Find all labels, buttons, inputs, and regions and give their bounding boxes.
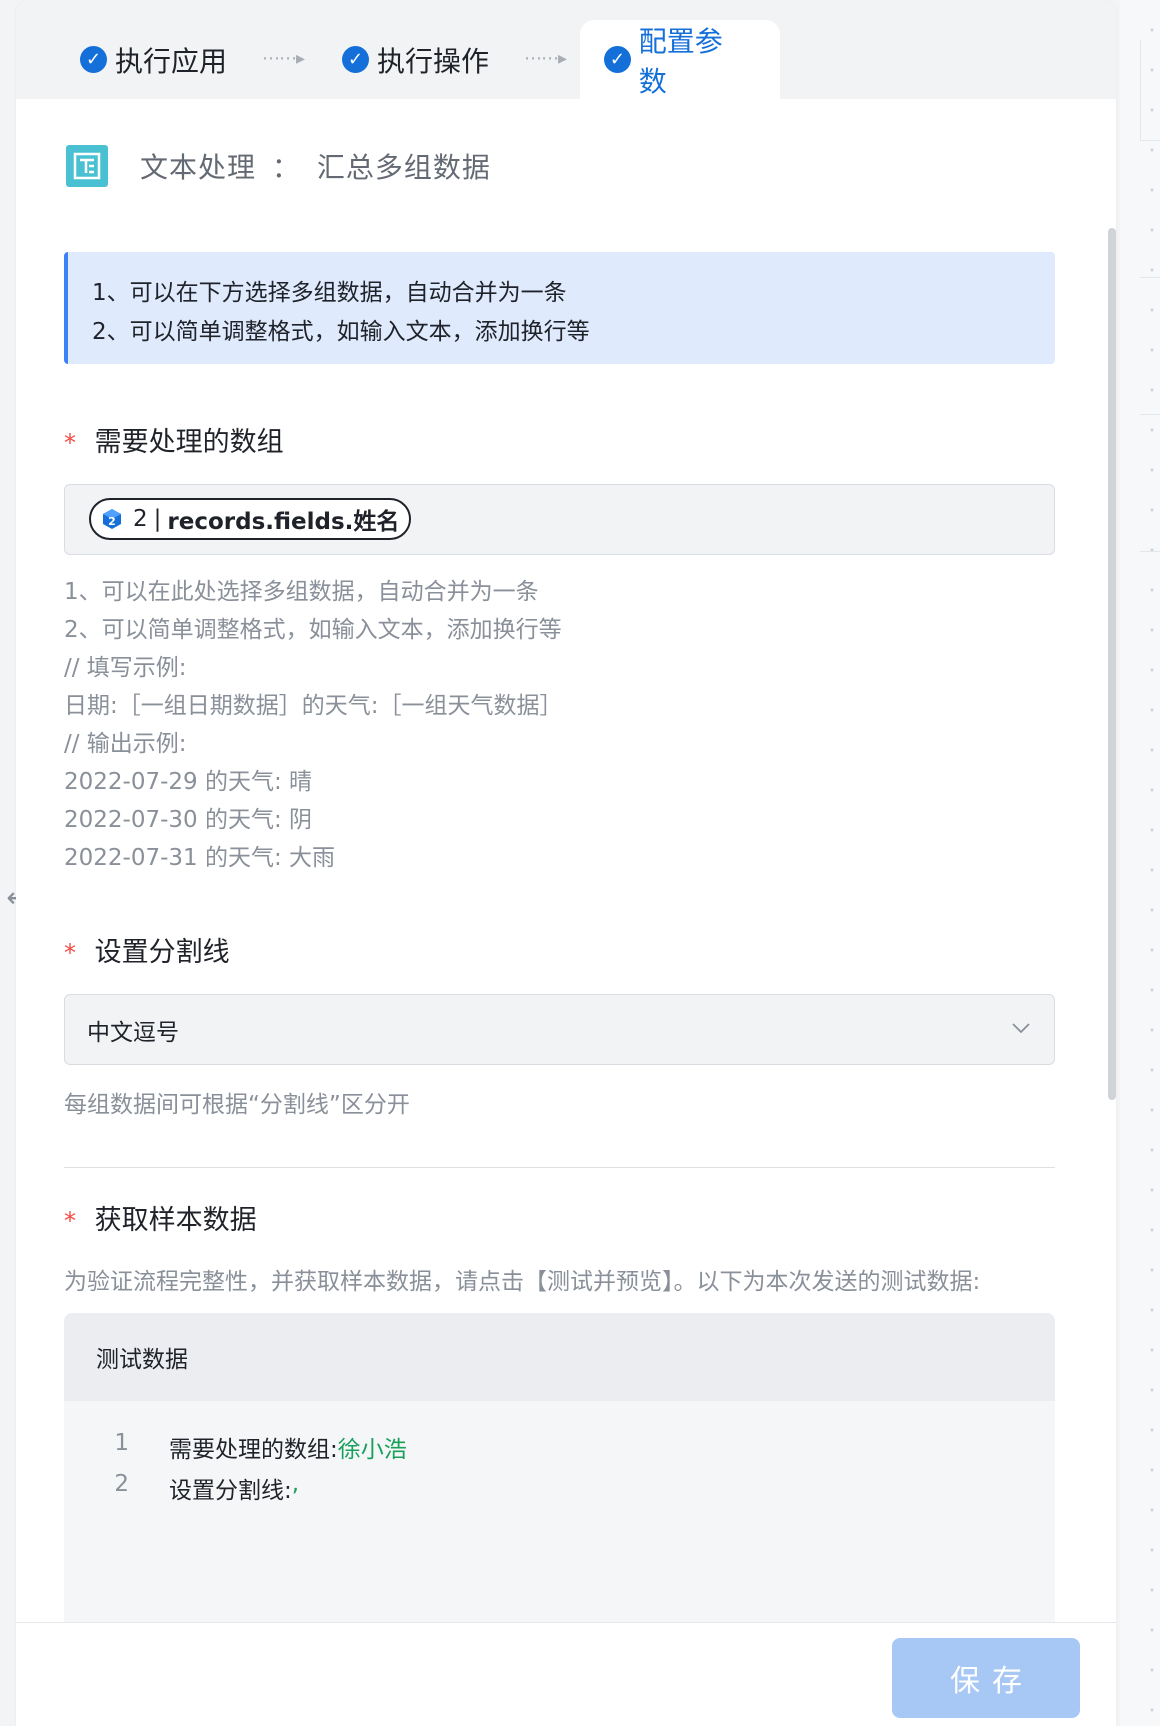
panel-footer: 保存 bbox=[16, 1622, 1116, 1726]
help-line: 日期:［一组日期数据］的天气:［一组天气数据］ bbox=[64, 693, 563, 719]
help-line: // 填写示例: bbox=[64, 655, 187, 681]
variable-token[interactable]: 2 2 | records.fields.姓名 bbox=[89, 498, 412, 540]
token-divider: | bbox=[153, 506, 162, 532]
step-tab-action[interactable]: ✓ 执行操作 bbox=[342, 20, 489, 99]
array-input[interactable]: 2 2 | records.fields.姓名 bbox=[64, 484, 1055, 555]
step-tab-params[interactable]: ✓ 配置参数 bbox=[580, 20, 780, 99]
code-key: 设置分割线: bbox=[169, 1478, 292, 1504]
info-notice: 1、可以在下方选择多组数据，自动合并为一条 2、可以简单调整格式，如输入文本，添… bbox=[64, 252, 1055, 364]
token-path: records.fields.姓名 bbox=[167, 509, 400, 535]
required-mark: * bbox=[64, 939, 76, 967]
code-key: 需要处理的数组: bbox=[169, 1437, 338, 1463]
check-circle-icon: ✓ bbox=[342, 46, 369, 73]
canvas-connector bbox=[1140, 277, 1160, 278]
array-field-label: * 需要处理的数组 bbox=[64, 420, 284, 459]
step-label: 配置参数 bbox=[638, 24, 723, 98]
help-line: 2022-07-29 的天气: 晴 bbox=[64, 769, 313, 795]
canvas-connector bbox=[1140, 140, 1160, 141]
notice-line: 1、可以在下方选择多组数据，自动合并为一条 bbox=[92, 280, 567, 306]
app-name: 文本处理 bbox=[140, 151, 257, 184]
check-circle-icon: ✓ bbox=[80, 46, 107, 73]
test-data-box: 测试数据 1 需要处理的数组: 徐小浩 2 设置分割线: , bbox=[64, 1313, 1055, 1673]
help-line: 2、可以简单调整格式，如输入文本，添加换行等 bbox=[64, 617, 562, 643]
required-mark: * bbox=[64, 1207, 76, 1235]
page-title: 文本处理 ： 汇总多组数据 bbox=[140, 146, 491, 186]
line-number: 1 bbox=[114, 1430, 129, 1456]
canvas-connector bbox=[1140, 551, 1160, 552]
help-line: 1、可以在此处选择多组数据，自动合并为一条 bbox=[64, 579, 539, 605]
sample-label-text: 获取样本数据 bbox=[94, 1205, 257, 1236]
separator-selected-value: 中文逗号 bbox=[87, 1019, 179, 1046]
dotted-arrow-icon: ⋯⋯▸ bbox=[524, 48, 567, 69]
required-mark: * bbox=[64, 429, 76, 457]
help-line: 2022-07-31 的天气: 大雨 bbox=[64, 845, 336, 871]
array-help-text: 1、可以在此处选择多组数据，自动合并为一条 2、可以简单调整格式，如输入文本，添… bbox=[64, 573, 1055, 877]
code-line: 1 需要处理的数组: 徐小浩 bbox=[64, 1430, 407, 1464]
app-title-row: 文本处理 ： 汇总多组数据 bbox=[66, 145, 491, 187]
text-processing-icon bbox=[66, 145, 108, 187]
canvas-connector bbox=[1140, 40, 1141, 140]
sample-field-label: * 获取样本数据 bbox=[64, 1198, 257, 1237]
step-tab-app[interactable]: ✓ 执行应用 bbox=[80, 20, 227, 99]
step-tabs: ✓ 执行应用 ⋯⋯▸ ✓ 执行操作 ⋯⋯▸ ✓ 配置参数 bbox=[16, 0, 1116, 99]
svg-text:2: 2 bbox=[108, 515, 116, 528]
notice-line: 2、可以简单调整格式，如输入文本，添加换行等 bbox=[92, 319, 590, 345]
action-name: 汇总多组数据 bbox=[316, 151, 491, 184]
help-line: 2022-07-30 的天气: 阴 bbox=[64, 807, 313, 833]
chevron-down-icon bbox=[1012, 1023, 1030, 1034]
test-data-title: 测试数据 bbox=[64, 1313, 1055, 1401]
sample-description: 为验证流程完整性，并获取样本数据，请点击【测试并预览】。以下为本次发送的测试数据… bbox=[64, 1269, 981, 1295]
dotted-arrow-icon: ⋯⋯▸ bbox=[262, 48, 305, 69]
separator-label-text: 设置分割线 bbox=[94, 937, 230, 968]
step-label: 执行操作 bbox=[377, 44, 490, 78]
code-value: , bbox=[291, 1471, 300, 1497]
code-line: 2 设置分割线: , bbox=[64, 1471, 299, 1505]
line-number: 2 bbox=[114, 1471, 129, 1497]
title-separator: ： bbox=[271, 151, 301, 184]
array-label-text: 需要处理的数组 bbox=[94, 427, 284, 458]
check-circle-icon: ✓ bbox=[604, 46, 631, 73]
canvas-connector bbox=[1140, 414, 1160, 415]
separator-hint: 每组数据间可根据“分割线”区分开 bbox=[64, 1092, 410, 1118]
separator-select[interactable]: 中文逗号 bbox=[64, 994, 1055, 1065]
save-button[interactable]: 保存 bbox=[892, 1638, 1080, 1718]
panel-scrollbar[interactable] bbox=[1108, 228, 1116, 1100]
section-divider bbox=[64, 1167, 1055, 1168]
workflow-canvas-strip bbox=[1120, 0, 1160, 1726]
code-value: 徐小浩 bbox=[337, 1437, 407, 1463]
help-line: // 输出示例: bbox=[64, 731, 187, 757]
step-label: 执行应用 bbox=[115, 44, 228, 78]
config-panel: ✓ 执行应用 ⋯⋯▸ ✓ 执行操作 ⋯⋯▸ ✓ 配置参数 文本处理 ： 汇总多组… bbox=[16, 0, 1116, 1726]
cube-icon: 2 bbox=[103, 509, 121, 529]
separator-field-label: * 设置分割线 bbox=[64, 930, 230, 969]
token-step: 2 bbox=[133, 506, 148, 532]
